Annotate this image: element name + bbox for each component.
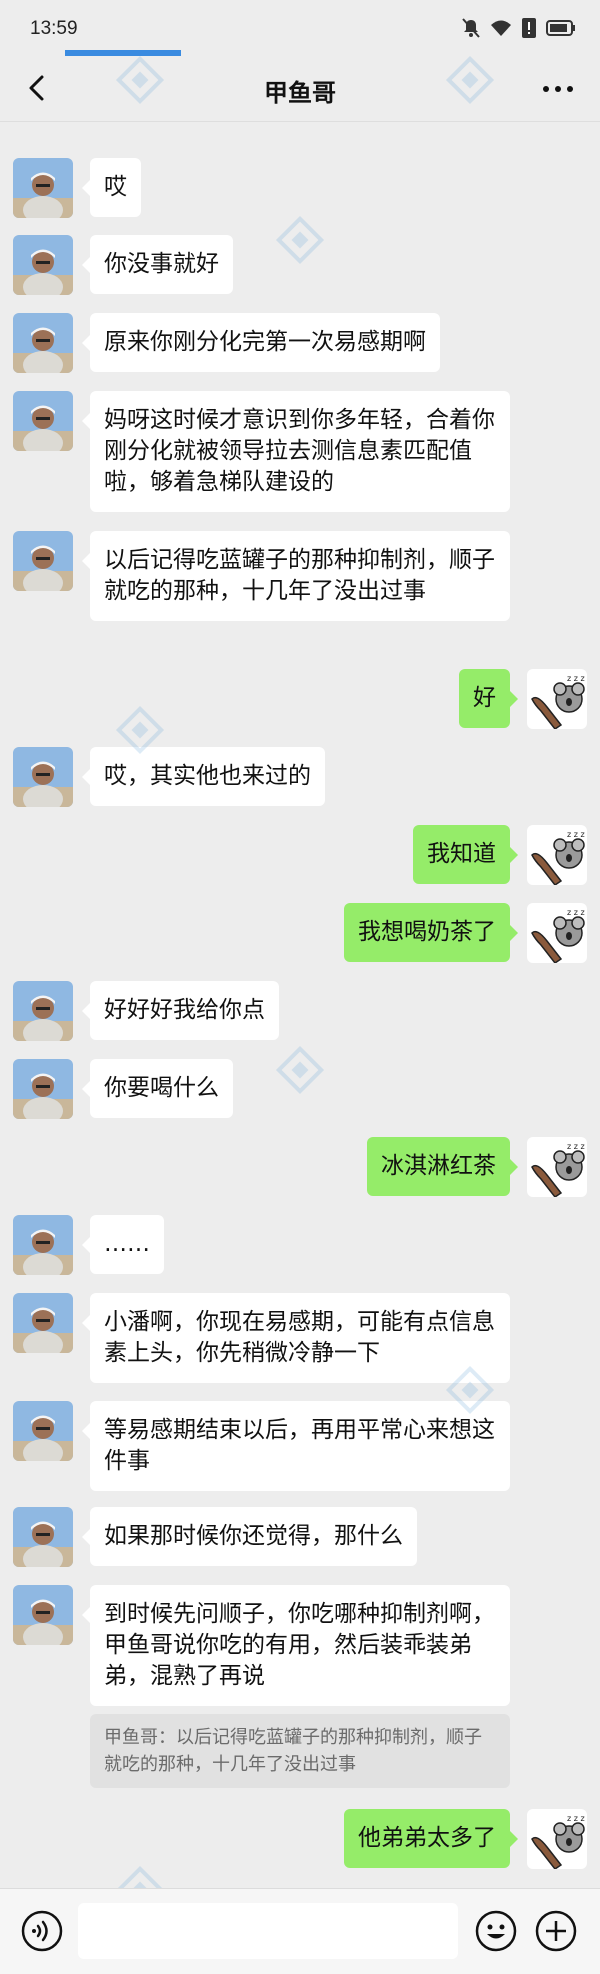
svg-text:z z z: z z z (567, 908, 585, 917)
chat-area[interactable]: 哎 你没事就好 原来你刚分化完第一次易感期啊 妈呀这时候才意识到你多年轻，合着你… (0, 122, 600, 1888)
avatar-contact[interactable] (13, 235, 73, 295)
avatar-contact[interactable] (13, 531, 73, 591)
avatar-contact[interactable] (13, 747, 73, 807)
avatar-contact[interactable] (13, 1215, 73, 1275)
message-bubble-received[interactable]: 如果那时候你还觉得，那什么 (82, 1507, 417, 1566)
avatar-contact[interactable] (13, 1059, 73, 1119)
quoted-message[interactable]: 甲鱼哥：以后记得吃蓝罐子的那种抑制剂，顺子就吃的那种，十几年了没出过事 (90, 1714, 510, 1788)
avatar-contact[interactable] (13, 313, 73, 373)
avatar-contact[interactable] (13, 1585, 73, 1645)
plus-icon[interactable] (534, 1909, 578, 1953)
avatar-contact[interactable] (13, 981, 73, 1041)
svg-text:z z z: z z z (567, 674, 585, 683)
message-bubble-received[interactable]: 哎，其实他也来过的 (82, 747, 325, 806)
voice-icon[interactable] (20, 1909, 64, 1953)
message-bubble-received[interactable]: 小潘啊，你现在易感期，可能有点信息素上头，你先稍微冷静一下 (82, 1293, 510, 1383)
input-bar (0, 1888, 600, 1974)
message-bubble-sent[interactable]: 他弟弟太多了 (344, 1809, 518, 1868)
svg-text:z z z: z z z (567, 1814, 585, 1823)
message-bubble-sent[interactable]: 我知道 (413, 825, 518, 884)
message-bubble-received[interactable]: 妈呀这时候才意识到你多年轻，合着你刚分化就被领导拉去测信息素匹配值啦，够着急梯队… (82, 391, 510, 512)
avatar-self[interactable]: z z z (527, 669, 587, 729)
message-bubble-received[interactable]: 你要喝什么 (82, 1059, 233, 1118)
chat-title: 甲鱼哥 (264, 79, 336, 107)
avatar-contact[interactable] (13, 391, 73, 451)
status-time: 13:59 (30, 18, 78, 39)
message-bubble-sent[interactable]: 好 (459, 669, 518, 728)
message-bubble-received[interactable]: 以后记得吃蓝罐子的那种抑制剂，顺子就吃的那种，十几年了没出过事 (82, 531, 510, 621)
avatar-contact[interactable] (13, 1401, 73, 1461)
avatar-self[interactable]: z z z (527, 1809, 587, 1869)
message-bubble-received[interactable]: 哎 (82, 158, 141, 217)
avatar-contact[interactable] (13, 1293, 73, 1353)
message-bubble-received[interactable]: 等易感期结束以后，再用平常心来想这件事 (82, 1401, 510, 1491)
message-bubble-sent[interactable]: 我想喝奶茶了 (344, 903, 518, 962)
svg-text:z z z: z z z (567, 830, 585, 839)
wifi-icon (490, 19, 512, 41)
avatar-self[interactable]: z z z (527, 1137, 587, 1197)
chat-header: 甲鱼哥 (0, 56, 600, 122)
message-input[interactable] (78, 1903, 458, 1959)
avatar-self[interactable]: z z z (527, 825, 587, 885)
avatar-contact[interactable] (13, 158, 73, 218)
avatar-contact[interactable] (13, 1507, 73, 1567)
svg-text:z z z: z z z (567, 1142, 585, 1151)
message-bubble-sent[interactable]: 冰淇淋红茶 (367, 1137, 518, 1196)
message-bubble-received[interactable]: 原来你刚分化完第一次易感期啊 (82, 313, 440, 372)
avatar-self[interactable]: z z z (527, 903, 587, 963)
message-bubble-received[interactable]: 好好好我给你点 (82, 981, 279, 1040)
more-icon[interactable] (540, 74, 576, 104)
alert-icon (522, 18, 536, 42)
message-bubble-received[interactable]: 你没事就好 (82, 235, 233, 294)
mute-icon (462, 18, 480, 42)
emoji-icon[interactable] (474, 1909, 518, 1953)
message-bubble-received[interactable]: 到时候先问顺子，你吃哪种抑制剂啊，甲鱼哥说你吃的有用，然后装乖装弟弟，混熟了再说 (82, 1585, 510, 1706)
battery-icon (546, 20, 576, 40)
message-bubble-received[interactable]: …… (82, 1215, 164, 1274)
status-icons (462, 18, 576, 42)
